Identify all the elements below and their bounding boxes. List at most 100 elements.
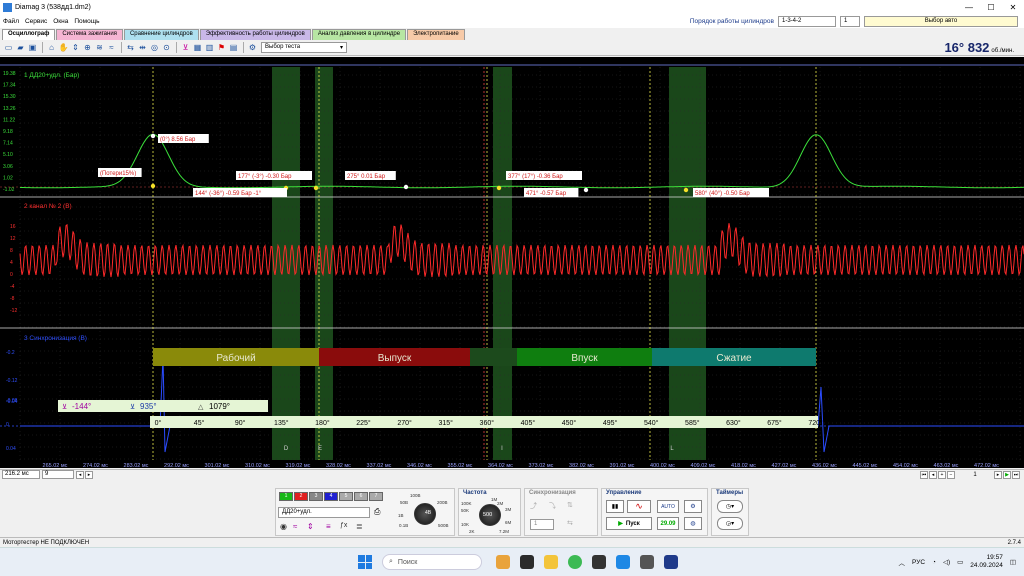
- timer-icon[interactable]: ◷▾: [717, 500, 743, 513]
- cylinder-select[interactable]: 1: [840, 16, 860, 27]
- tab-cylinder-efficiency[interactable]: Эффективность работы цилиндров: [199, 29, 311, 40]
- oscilloscope-canvas[interactable]: 1 ДД20+удл. (Бар) 2 канал № 2 (В) 3 Синхро…: [0, 57, 1024, 468]
- zoom-in-icon[interactable]: +: [938, 470, 946, 479]
- zoom-out-icon[interactable]: −: [947, 470, 955, 479]
- filter-icon[interactable]: ⊻: [180, 42, 191, 53]
- ch1-ytick: 13.26: [3, 106, 16, 112]
- first-page-icon[interactable]: ⏮: [920, 470, 928, 479]
- menu-windows[interactable]: Окна: [50, 18, 71, 25]
- zoom-fit-icon[interactable]: ⌂: [46, 42, 57, 53]
- align-icon[interactable]: ⇹: [137, 42, 148, 53]
- timer-settings-icon[interactable]: ◶▾: [717, 517, 743, 530]
- sync-rise-icon[interactable]: ⤴: [530, 501, 537, 511]
- print-icon[interactable]: ⎙: [374, 507, 380, 517]
- wifi-icon[interactable]: ◔: [932, 559, 936, 566]
- tab-oscilloscope[interactable]: Осциллограф: [2, 29, 56, 40]
- app-icon[interactable]: [640, 555, 654, 569]
- menu-service[interactable]: Сервис: [22, 18, 50, 25]
- minimize-button[interactable]: —: [958, 3, 980, 12]
- channel-button-2[interactable]: 2: [294, 492, 308, 501]
- widgets-icon[interactable]: [496, 555, 510, 569]
- split-channels-icon[interactable]: ⇆: [125, 42, 136, 53]
- sync-edge-icon[interactable]: ⇅: [567, 501, 573, 509]
- play-icon[interactable]: ▶: [1003, 470, 1011, 479]
- level-icon[interactable]: ≡: [326, 522, 331, 531]
- invert-icon[interactable]: ⇕: [307, 522, 314, 531]
- marker-icon[interactable]: ◎: [149, 42, 160, 53]
- phase-label: Выпуск: [378, 353, 412, 364]
- prev-icon[interactable]: ◂: [76, 470, 84, 479]
- channel-button-5[interactable]: 5: [339, 492, 353, 501]
- sync-mode-icon[interactable]: ⇆: [567, 519, 573, 527]
- next-page-icon[interactable]: ▸: [994, 470, 1002, 479]
- chrome-icon[interactable]: [568, 555, 582, 569]
- grid-icon[interactable]: ▦: [192, 42, 203, 53]
- channel-button-3[interactable]: 3: [309, 492, 323, 501]
- sync-fall-icon[interactable]: ⤵: [549, 501, 556, 511]
- chevron-down-icon: ▾: [339, 45, 343, 51]
- flag-icon[interactable]: ⚑: [216, 42, 227, 53]
- menu-help[interactable]: Помощь: [71, 18, 102, 25]
- channel-button-6[interactable]: 6: [354, 492, 368, 501]
- test-select[interactable]: Выбор теста ▾: [261, 42, 347, 53]
- battery-icon[interactable]: ▭: [957, 558, 963, 566]
- task-view-icon[interactable]: [520, 555, 534, 569]
- count-select[interactable]: 9: [42, 470, 74, 479]
- diamag-taskbar-icon[interactable]: [664, 555, 678, 569]
- close-button[interactable]: ✕: [1002, 3, 1024, 12]
- chevron-up-icon[interactable]: ︿: [899, 557, 906, 567]
- sensor-select[interactable]: ДД20+удл.: [278, 507, 370, 518]
- function-icon[interactable]: ƒx: [340, 522, 347, 529]
- sync-select[interactable]: 1: [530, 519, 554, 530]
- zoom-icon[interactable]: ⊕: [82, 42, 93, 53]
- settings-icon[interactable]: ≣: [356, 522, 363, 531]
- channel-button-7[interactable]: 7: [369, 492, 383, 501]
- last-page-icon[interactable]: ⏭: [1012, 470, 1020, 479]
- language-indicator[interactable]: РУС: [912, 559, 925, 566]
- eye-icon[interactable]: ◉: [280, 522, 287, 531]
- delta-icon: △: [198, 404, 204, 411]
- windows-start-icon[interactable]: [358, 555, 372, 569]
- tab-cylinder-compare[interactable]: Сравнение цилиндров: [123, 29, 199, 40]
- open-folder-icon[interactable]: ▰: [15, 42, 26, 53]
- degree-tick: 495°: [603, 419, 618, 427]
- firing-order-select[interactable]: 1-3-4-2: [778, 16, 836, 27]
- maximize-button[interactable]: ☐: [980, 3, 1002, 12]
- save-icon[interactable]: ▣: [27, 42, 38, 53]
- waveform-icon[interactable]: ≈: [293, 522, 297, 531]
- notification-icon[interactable]: ◫: [1010, 558, 1016, 566]
- start-button[interactable]: ▶ Пуск: [606, 517, 652, 530]
- channel-settings-icon[interactable]: ⚙: [684, 500, 702, 513]
- store-icon[interactable]: [592, 555, 606, 569]
- explorer-icon[interactable]: [544, 555, 558, 569]
- signal-expand-icon[interactable]: ≈: [106, 42, 117, 53]
- hand-pan-icon[interactable]: ✋: [58, 42, 69, 53]
- tab-ignition[interactable]: Система зажигания: [56, 29, 123, 40]
- next-icon[interactable]: ▸: [85, 470, 93, 479]
- record-icon[interactable]: ◍: [684, 517, 702, 530]
- speaker-icon[interactable]: ◁): [943, 558, 950, 566]
- table-icon[interactable]: ▤: [228, 42, 239, 53]
- menu-file[interactable]: Файл: [0, 18, 22, 25]
- auto-select-field[interactable]: Выбор авто: [864, 16, 1018, 27]
- channel-button-1[interactable]: 1: [279, 492, 293, 501]
- sine-button[interactable]: ∿: [627, 500, 651, 513]
- columns-icon[interactable]: ▥: [204, 42, 215, 53]
- new-file-icon[interactable]: ▭: [3, 42, 14, 53]
- mail-icon[interactable]: [616, 555, 630, 569]
- scale-icon[interactable]: ⇕: [70, 42, 81, 53]
- auto-button[interactable]: AUTO: [657, 500, 679, 513]
- oscilloscope-display[interactable]: 1 ДД20+удл. (Бар) 2 канал № 2 (В) 3 Синхро…: [0, 57, 1024, 468]
- clock[interactable]: 19:57 24.09.2024: [970, 554, 1003, 570]
- timebase-select[interactable]: 216.2 мс: [2, 470, 40, 479]
- marker-delta-value: 1079°: [209, 402, 230, 411]
- tab-power-supply[interactable]: Электропитание: [407, 29, 465, 40]
- prev-page-icon[interactable]: ◂: [929, 470, 937, 479]
- pause-button[interactable]: ▮▮: [606, 500, 624, 513]
- tab-pressure-analysis[interactable]: Анализ давления в цилиндре: [311, 29, 407, 40]
- search-icon: ⌕: [389, 558, 393, 565]
- channel-button-4[interactable]: 4: [324, 492, 338, 501]
- signal-compress-icon[interactable]: ≋: [94, 42, 105, 53]
- cursor-icon[interactable]: ⊙: [161, 42, 172, 53]
- taskbar-search[interactable]: ⌕ Поиск: [382, 554, 482, 570]
